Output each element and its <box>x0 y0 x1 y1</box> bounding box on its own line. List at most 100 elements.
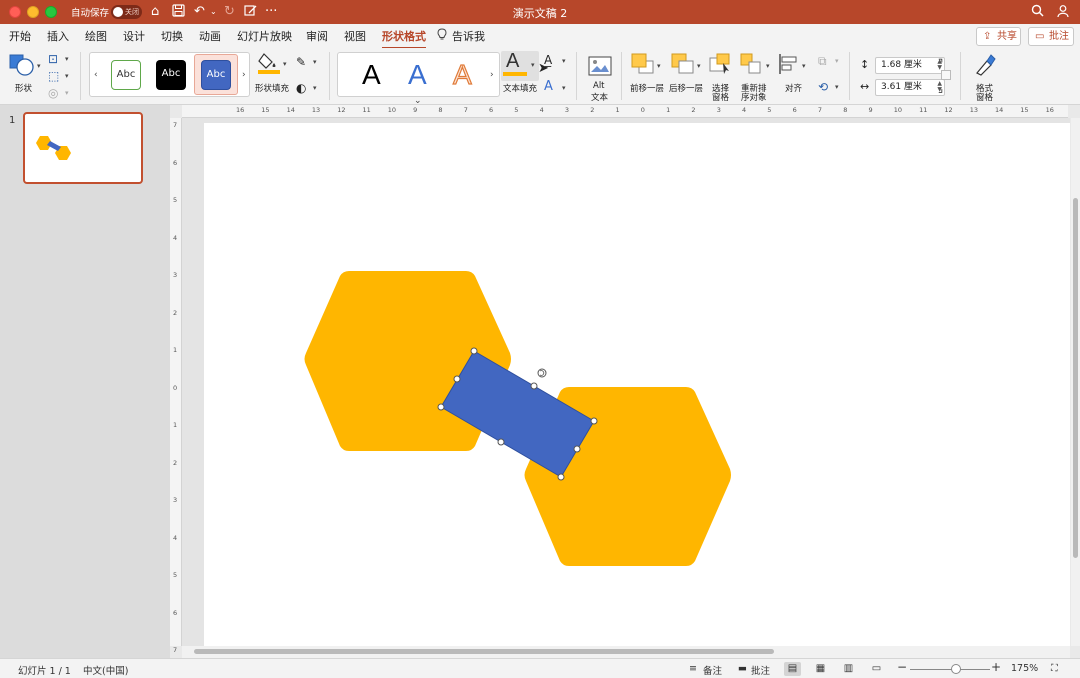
comments-icon[interactable]: ▬ <box>738 663 747 674</box>
ruler-tick-label: 9 <box>413 106 418 114</box>
normal-view-icon[interactable]: ▤ <box>784 662 801 676</box>
wordart-style-3[interactable]: A <box>452 58 472 91</box>
shape-effects-dropdown-icon[interactable]: ▾ <box>313 84 317 92</box>
vertical-scroll-thumb[interactable] <box>1073 198 1078 558</box>
send-backward-dropdown-icon[interactable]: ▾ <box>697 62 701 70</box>
shape-outline-icon[interactable]: ✎ <box>296 55 306 69</box>
wordart-next-icon[interactable]: › <box>490 70 494 80</box>
zoom-in-icon[interactable]: + <box>991 660 1001 674</box>
slide-thumbnail-1[interactable] <box>23 112 143 184</box>
shape-fill-dropdown-icon[interactable]: ▾ <box>283 60 287 68</box>
shape-width-input[interactable]: 3.61 厘米 ▲ ▼ <box>875 79 945 96</box>
edit-shape-dropdown-icon[interactable]: ▾ <box>65 72 69 80</box>
ruler-tick-label: 6 <box>173 158 178 167</box>
share-label: 共享 <box>997 31 1017 42</box>
shape-style-2[interactable]: Abc <box>156 60 186 90</box>
shape-style-1[interactable]: Abc <box>111 60 141 90</box>
wordart-style-2[interactable]: A <box>408 59 427 91</box>
shape-fill-icon[interactable] <box>258 51 280 78</box>
resize-handle-nw[interactable] <box>470 347 478 355</box>
search-icon[interactable] <box>1031 4 1044 22</box>
gallery-prev-icon[interactable]: ‹ <box>94 70 98 80</box>
lock-aspect-checkbox[interactable] <box>941 70 951 80</box>
reorder-objects-icon[interactable] <box>740 53 764 78</box>
resize-handle-ne[interactable] <box>590 417 598 425</box>
text-effects-icon[interactable]: A <box>544 80 553 94</box>
tab-design[interactable]: 设计 <box>123 28 145 44</box>
send-backward-icon[interactable] <box>671 53 695 78</box>
edit-shape-icon[interactable]: ⬚ <box>48 69 59 83</box>
comments-button[interactable]: 批注 <box>751 663 770 677</box>
ruler-tick-label: 1 <box>615 106 620 114</box>
resize-handle-sw[interactable] <box>437 403 445 411</box>
text-fill-dropdown-icon[interactable]: ▾ <box>531 61 535 69</box>
share-button[interactable]: ⇪ 共享 <box>976 27 1021 46</box>
shape-style-3[interactable]: Abc <box>201 60 231 90</box>
resize-handle-e[interactable] <box>573 445 581 453</box>
bring-forward-icon[interactable] <box>631 53 655 78</box>
text-outline-dropdown-icon[interactable]: ▾ <box>562 57 566 65</box>
shapes-dropdown-icon[interactable]: ▾ <box>37 62 41 70</box>
tab-view[interactable]: 视图 <box>344 28 366 44</box>
tab-transitions[interactable]: 切换 <box>161 28 183 44</box>
tab-animations[interactable]: 动画 <box>199 28 221 44</box>
text-fill-icon[interactable]: A <box>506 50 519 73</box>
shape-outline-dropdown-icon[interactable]: ▾ <box>313 58 317 66</box>
notes-icon[interactable]: ≡ <box>689 663 697 674</box>
shape-height-input[interactable]: 1.68 厘米 ▲ ▼ <box>875 57 945 74</box>
ruler-tick-label: 13 <box>311 106 321 114</box>
selection-pane-icon[interactable] <box>709 53 733 78</box>
text-box-icon[interactable]: ⊡ <box>48 52 58 66</box>
tab-review[interactable]: 审阅 <box>306 28 328 44</box>
language-indicator[interactable]: 中文(中国) <box>83 663 128 677</box>
merge-shapes-dropdown-icon[interactable]: ▾ <box>65 89 69 97</box>
bring-forward-dropdown-icon[interactable]: ▾ <box>657 62 661 70</box>
resize-handle-s[interactable] <box>497 438 505 446</box>
format-pane-icon[interactable] <box>973 53 997 80</box>
tab-tell-me[interactable]: 告诉我 <box>452 28 485 44</box>
align-dropdown-icon[interactable]: ▾ <box>802 62 806 70</box>
resize-handle-n[interactable] <box>530 382 538 390</box>
slide-sorter-view-icon[interactable]: ▦ <box>812 662 829 676</box>
horizontal-scroll-thumb[interactable] <box>194 649 774 654</box>
zoom-out-icon[interactable]: − <box>897 660 907 674</box>
account-icon[interactable] <box>1057 4 1071 23</box>
tab-insert[interactable]: 插入 <box>47 28 69 44</box>
wordart-style-1[interactable]: A <box>362 59 381 91</box>
rotate-icon[interactable]: ⟲ <box>818 80 828 94</box>
tab-slideshow[interactable]: 幻灯片放映 <box>237 28 292 44</box>
ruler-tick-label: 16 <box>236 106 245 114</box>
vertical-scrollbar[interactable] <box>1071 118 1080 646</box>
fit-to-window-icon[interactable]: ⛶ <box>1051 663 1058 674</box>
notes-button[interactable]: 备注 <box>703 663 722 677</box>
text-box-dropdown-icon[interactable]: ▾ <box>65 55 69 63</box>
tab-draw[interactable]: 绘图 <box>85 28 107 44</box>
gallery-next-icon[interactable]: › <box>242 70 246 80</box>
tab-home[interactable]: 开始 <box>9 28 31 44</box>
shapes-icon[interactable] <box>9 53 35 80</box>
zoom-slider-knob[interactable] <box>951 664 961 674</box>
align-icon[interactable] <box>778 53 800 78</box>
resize-handle-w[interactable] <box>453 375 461 383</box>
group-icon[interactable]: ⧉ <box>818 54 827 68</box>
group-dropdown-icon[interactable]: ▾ <box>835 57 839 65</box>
tab-shape-format[interactable]: 形状格式 <box>382 28 426 49</box>
shape-effects-icon[interactable]: ◐ <box>296 81 306 95</box>
reorder-objects-dropdown-icon[interactable]: ▾ <box>766 62 770 70</box>
text-outline-icon[interactable]: A̲ <box>544 53 552 67</box>
horizontal-scrollbar[interactable] <box>182 646 1070 658</box>
resize-handle-se[interactable] <box>557 473 565 481</box>
shapes-label: 形状 <box>15 84 33 94</box>
rotate-dropdown-icon[interactable]: ▾ <box>835 83 839 91</box>
merge-shapes-icon[interactable]: ◎ <box>48 86 58 100</box>
comment-button[interactable]: ▭ 批注 <box>1028 27 1074 46</box>
alt-text-icon[interactable] <box>588 56 612 79</box>
slideshow-view-icon[interactable]: ▭ <box>868 662 885 676</box>
zoom-slider-track[interactable] <box>910 669 990 670</box>
reading-view-icon[interactable]: ▥ <box>840 662 857 676</box>
text-effects-dropdown-icon[interactable]: ▾ <box>562 84 566 92</box>
zoom-level[interactable]: 175% <box>1011 663 1038 674</box>
ribbon: ▾ 形状 ⊡ ▾ ⬚ ▾ ◎ ▾ ‹ Abc Abc Abc › ▾ 形状填充 … <box>0 48 1080 106</box>
selected-rectangle-shape[interactable] <box>440 350 595 478</box>
ruler-tick-label: 6 <box>173 608 178 617</box>
